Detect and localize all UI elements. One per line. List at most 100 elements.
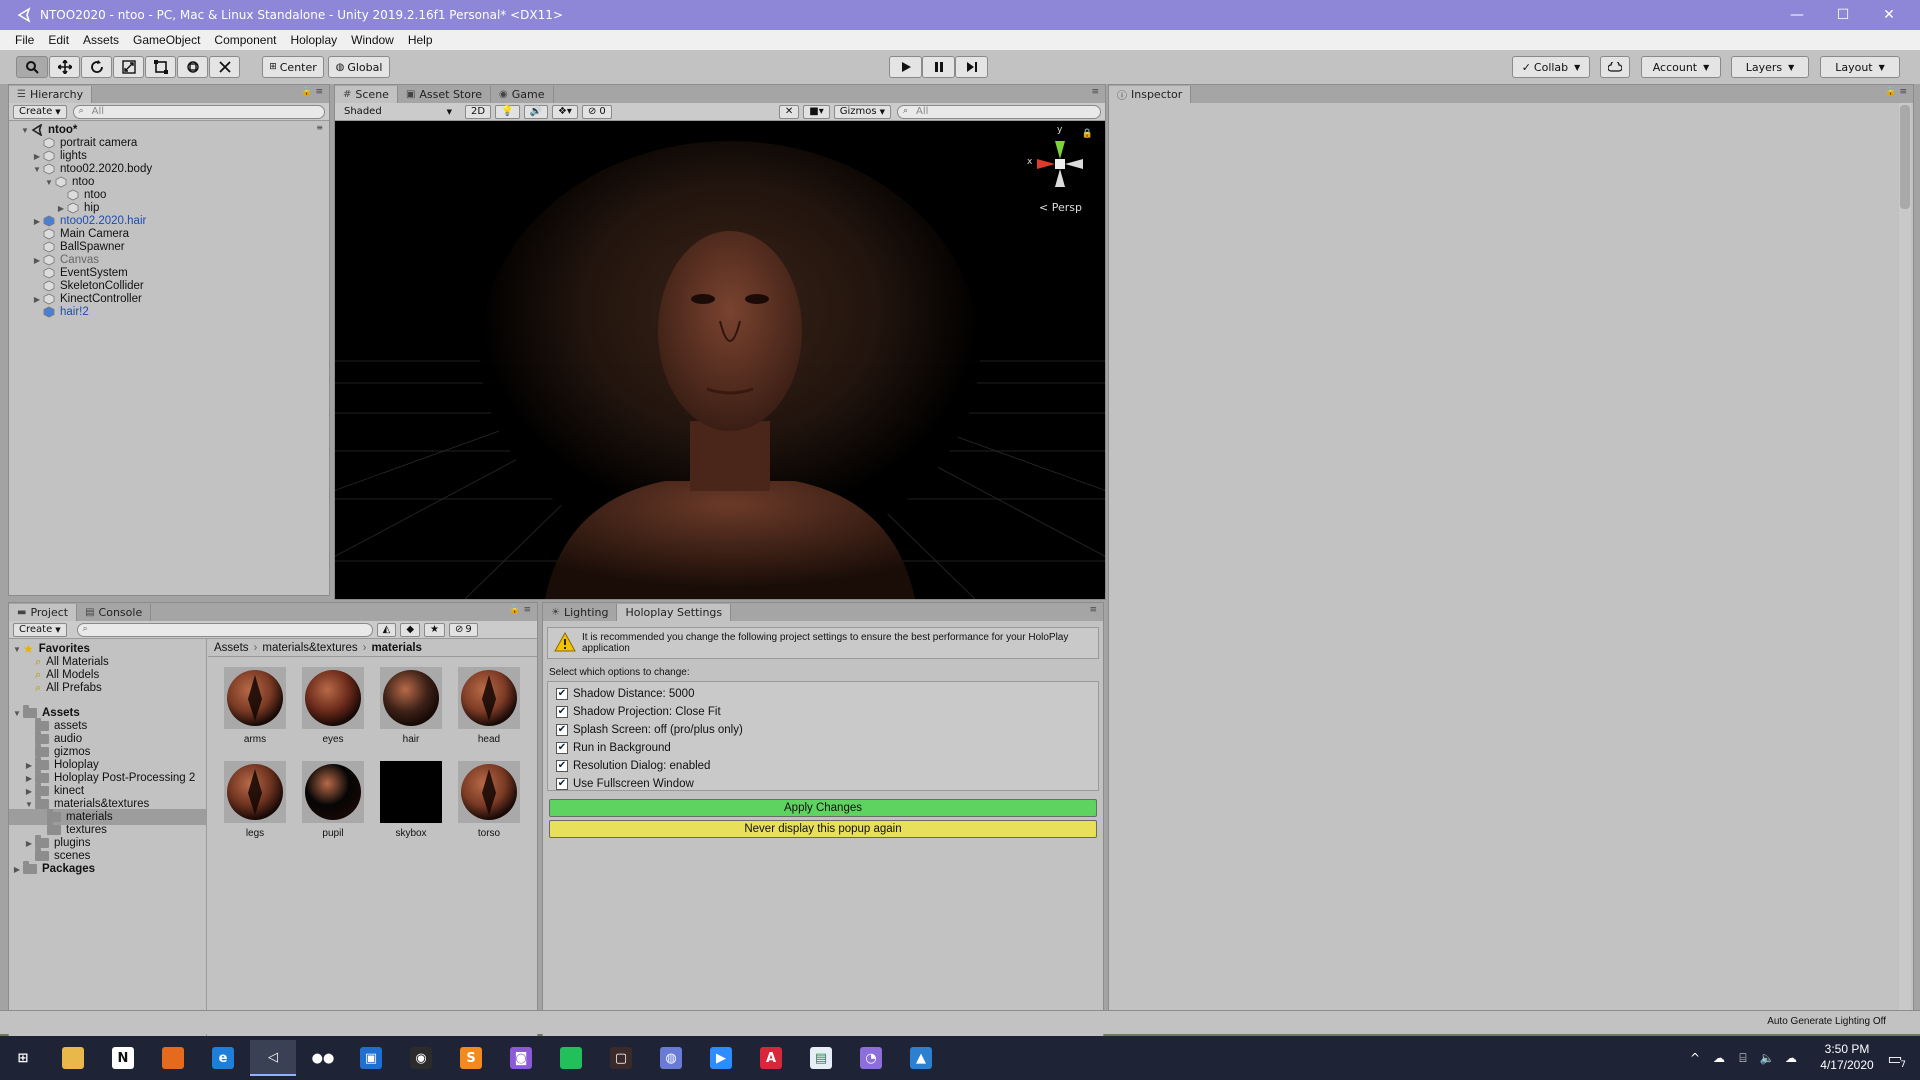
onedrive-cloud-icon[interactable]: ☁ (1708, 1036, 1730, 1080)
scene-search-input[interactable]: ⌕ All (897, 104, 1101, 119)
persp-toggle[interactable]: < Persp (1039, 201, 1082, 214)
orientation-gizmo[interactable]: y x 🔒 < Persp (1025, 125, 1095, 219)
material-asset[interactable]: torso (458, 761, 520, 839)
maximize-button[interactable]: ☐ (1820, 0, 1866, 30)
scene-tools-button[interactable]: ✕ (778, 104, 800, 119)
hierarchy-create-button[interactable]: Create ▼ (13, 104, 67, 119)
close-button[interactable]: ✕ (1866, 0, 1912, 30)
expanded-arrow-icon[interactable]: ▼ (11, 709, 23, 718)
breadcrumb-materials[interactable]: materials (371, 642, 422, 654)
inspector-scrollbar[interactable] (1899, 103, 1911, 1011)
breadcrumb-materials-textures[interactable]: materials&textures (262, 642, 357, 654)
material-asset[interactable]: legs (224, 761, 286, 839)
lighting-status[interactable]: Auto Generate Lighting Off (1767, 1016, 1886, 1027)
taskbar-app-obs[interactable]: ◉ (398, 1040, 444, 1076)
collab-dropdown[interactable]: ✓ Collab ▼ (1512, 56, 1590, 78)
scrollbar-thumb[interactable] (1900, 105, 1910, 209)
option-checkbox[interactable]: ✔ (556, 724, 568, 736)
panel-menu-icon[interactable]: 🔒 ≡ (1885, 87, 1907, 97)
panel-menu-icon[interactable]: ≡ (1089, 605, 1097, 615)
2d-toggle[interactable]: 2D (465, 104, 492, 119)
taskbar-app-browser[interactable]: ◔ (848, 1040, 894, 1076)
move-tool-button[interactable] (49, 56, 80, 78)
search-by-label-button[interactable]: ◆ (400, 622, 421, 637)
apply-changes-button[interactable]: Apply Changes (549, 799, 1097, 817)
gizmo-lock-icon[interactable]: 🔒 (1082, 129, 1093, 139)
taskbar-app-zoom[interactable]: ▶ (698, 1040, 744, 1076)
account-dropdown[interactable]: Account ▼ (1641, 56, 1721, 78)
tab-inspector[interactable]: ⓘ Inspector (1109, 86, 1192, 103)
pause-button[interactable] (922, 56, 955, 78)
tab-game[interactable]: ◉ Game (491, 86, 554, 103)
option-checkbox[interactable]: ✔ (556, 688, 568, 700)
option-checkbox-row[interactable]: ✔ Use Fullscreen Window (556, 776, 694, 792)
tab-asset-store[interactable]: ▣ Asset Store (398, 86, 492, 103)
cloud-button[interactable] (1600, 56, 1630, 78)
tab-hierarchy[interactable]: ☰ Hierarchy (9, 86, 93, 103)
rect-tool-button[interactable] (145, 56, 176, 78)
option-checkbox[interactable]: ✔ (556, 760, 568, 772)
cloud-sync-icon[interactable]: ☁ (1780, 1036, 1802, 1080)
expanded-arrow-icon[interactable]: ▼ (11, 645, 23, 654)
menu-help[interactable]: Help (401, 33, 440, 47)
tab-console[interactable]: ▤ Console (77, 604, 152, 621)
option-checkbox[interactable]: ✔ (556, 706, 568, 718)
custom-tool-button[interactable] (209, 56, 240, 78)
hierarchy-item[interactable]: hair!2 (9, 304, 329, 320)
option-checkbox[interactable]: ✔ (556, 742, 568, 754)
never-display-button[interactable]: Never display this popup again (549, 820, 1097, 838)
material-asset[interactable]: head (458, 667, 520, 745)
taskbar-app-notion[interactable]: N (100, 1040, 146, 1076)
menu-edit[interactable]: Edit (41, 33, 76, 47)
expanded-arrow-icon[interactable]: ▼ (43, 178, 55, 187)
layout-dropdown[interactable]: Layout ▼ (1820, 56, 1900, 78)
collapsed-arrow-icon[interactable]: ▶ (23, 839, 35, 848)
panel-menu-icon[interactable]: 🔒 ≡ (301, 87, 323, 97)
taskbar-app-windows-start[interactable]: ⊞ (0, 1040, 46, 1076)
collapsed-arrow-icon[interactable]: ▶ (31, 295, 43, 304)
menu-gameobject[interactable]: GameObject (126, 33, 207, 47)
tab-project[interactable]: ▬ Project (9, 604, 78, 621)
hidden-packages-toggle[interactable]: ⊘ 9 (449, 622, 478, 637)
lighting-toggle[interactable]: 💡 (495, 104, 520, 119)
taskbar-app-media[interactable]: ●● (300, 1040, 346, 1076)
favorite-item[interactable]: ⌕ All Prefabs (9, 680, 206, 696)
option-checkbox-row[interactable]: ✔ Shadow Projection: Close Fit (556, 704, 721, 720)
layers-dropdown[interactable]: Layers ▼ (1731, 56, 1809, 78)
option-checkbox-row[interactable]: ✔ Shadow Distance: 5000 (556, 686, 694, 702)
shading-mode-dropdown[interactable]: Shaded ▼ (339, 105, 457, 119)
hierarchy-search-input[interactable]: ⌕ All (72, 104, 325, 119)
collapsed-arrow-icon[interactable]: ▶ (31, 256, 43, 265)
hand-tool-button[interactable] (16, 56, 48, 78)
taskbar-app-discord[interactable]: ◍ (648, 1040, 694, 1076)
collapsed-arrow-icon[interactable]: ▶ (23, 774, 35, 783)
material-asset[interactable]: arms (224, 667, 286, 745)
option-checkbox-row[interactable]: ✔ Splash Screen: off (pro/plus only) (556, 722, 743, 738)
network-icon[interactable]: ⌸ (1732, 1036, 1754, 1080)
collapsed-arrow-icon[interactable]: ▶ (23, 761, 35, 770)
collapsed-arrow-icon[interactable]: ▶ (31, 217, 43, 226)
play-button[interactable] (889, 56, 922, 78)
volume-icon[interactable]: 🔈 (1756, 1036, 1778, 1080)
expanded-arrow-icon[interactable]: ▼ (31, 165, 43, 174)
project-search-input[interactable]: ⌕ (76, 622, 373, 637)
option-checkbox-row[interactable]: ✔ Resolution Dialog: enabled (556, 758, 710, 774)
tab-holoplay-settings[interactable]: Holoplay Settings (617, 604, 732, 621)
panel-menu-icon[interactable]: ≡ (1091, 87, 1099, 97)
tab-scene[interactable]: # Scene (335, 86, 398, 103)
taskbar-app-photos[interactable]: ▲ (898, 1040, 944, 1076)
collapsed-arrow-icon[interactable]: ▶ (11, 865, 23, 874)
expanded-arrow-icon[interactable]: ▼ (23, 800, 35, 809)
collapsed-arrow-icon[interactable]: ▶ (23, 787, 35, 796)
expanded-arrow-icon[interactable]: ▼ (19, 126, 31, 135)
material-asset[interactable]: skybox (380, 761, 442, 839)
taskbar-app-unity[interactable]: ◁ (250, 1040, 296, 1076)
collapsed-arrow-icon[interactable]: ▶ (55, 204, 67, 213)
material-asset[interactable]: pupil (302, 761, 364, 839)
pivot-mode-toggle[interactable]: ⊞ Center (262, 56, 324, 78)
breadcrumb-assets[interactable]: Assets (214, 642, 249, 654)
scene-viewport[interactable]: y x 🔒 < Persp (335, 121, 1105, 599)
audio-toggle[interactable]: 🔊 (523, 104, 548, 119)
notification-button[interactable]: ▭ 7 (1880, 1044, 1910, 1072)
packages-section[interactable]: ▶ Packages (9, 861, 206, 877)
